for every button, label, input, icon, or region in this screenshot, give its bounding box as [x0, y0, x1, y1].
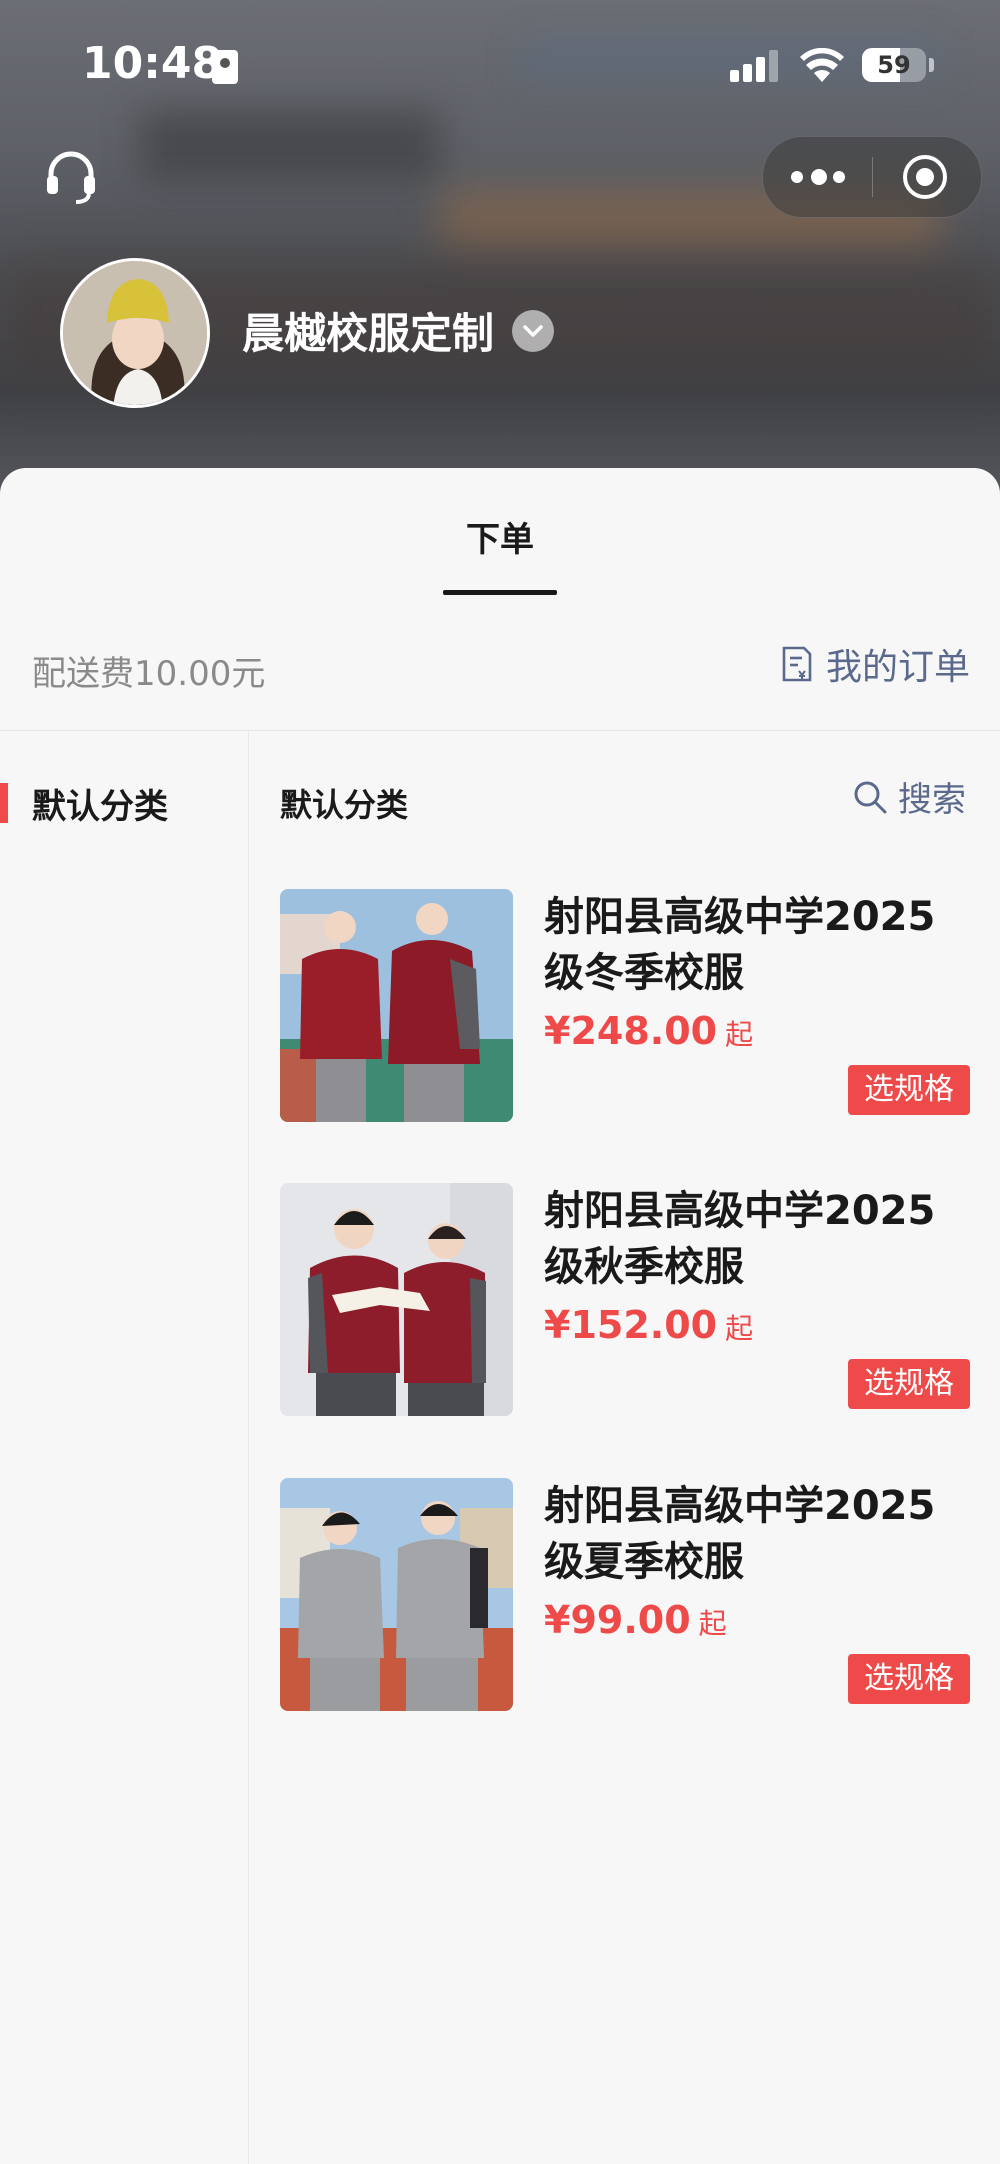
cellular-signal-icon — [730, 50, 780, 82]
product-price: ¥99.00 起 — [544, 1598, 727, 1642]
shop-header: 10:48 59 晨樾校服定制 — [0, 0, 1000, 520]
miniprogram-capsule — [762, 136, 982, 218]
my-orders-link[interactable]: 我的订单 — [780, 642, 970, 688]
product-item[interactable]: 射阳县高级中学2025级秋季校服 ¥152.00 起 选规格 — [280, 1183, 970, 1417]
select-spec-button[interactable]: 选规格 — [848, 1065, 970, 1115]
status-time: 10:48 — [82, 38, 223, 89]
product-name: 射阳县高级中学2025级秋季校服 — [544, 1188, 936, 1290]
more-icon[interactable] — [791, 165, 851, 189]
customer-service-icon[interactable] — [44, 148, 98, 204]
select-spec-button[interactable]: 选规格 — [848, 1359, 970, 1409]
delivery-fee: 配送费10.00元 — [32, 654, 266, 694]
select-spec-button[interactable]: 选规格 — [848, 1654, 970, 1704]
shop-name[interactable]: 晨樾校服定制 — [242, 300, 494, 361]
close-miniprogram-icon[interactable] — [903, 155, 947, 199]
search-label: 搜索 — [898, 780, 966, 820]
contact-card-icon — [212, 50, 238, 84]
search-icon — [854, 781, 887, 813]
tab-order[interactable]: 下单 — [0, 512, 1000, 561]
product-item[interactable]: 射阳县高级中学2025级冬季校服 ¥248.00 起 选规格 — [280, 889, 970, 1123]
product-image[interactable] — [280, 1478, 513, 1711]
my-orders-label: 我的订单 — [826, 647, 971, 688]
tab-active-indicator — [443, 590, 557, 595]
category-sidebar: 默认分类 — [0, 731, 249, 2164]
order-list-icon — [782, 646, 812, 682]
product-price: ¥248.00 起 — [544, 1009, 754, 1053]
product-item[interactable]: 射阳县高级中学2025级夏季校服 ¥99.00 起 选规格 — [280, 1478, 970, 1712]
product-image[interactable] — [280, 1183, 513, 1416]
category-title: 默认分类 — [280, 786, 409, 824]
battery-level: 59 — [877, 51, 911, 79]
chevron-down-icon[interactable] — [512, 310, 554, 352]
sidebar-item-default-category[interactable]: 默认分类 — [32, 779, 168, 828]
product-name: 射阳县高级中学2025级冬季校服 — [544, 894, 936, 996]
avatar — [60, 258, 210, 408]
order-sheet: 下单 配送费10.00元 我的订单 默认分类 默认分类 搜索 射阳县高级中学20… — [0, 468, 1000, 2164]
search-button[interactable]: 搜索 — [852, 772, 966, 821]
product-name: 射阳县高级中学2025级夏季校服 — [544, 1483, 936, 1585]
wifi-icon — [800, 48, 844, 82]
battery-icon: 59 — [862, 48, 926, 82]
sidebar-active-indicator — [0, 783, 8, 823]
product-image[interactable] — [280, 889, 513, 1122]
product-price: ¥152.00 起 — [544, 1303, 754, 1347]
